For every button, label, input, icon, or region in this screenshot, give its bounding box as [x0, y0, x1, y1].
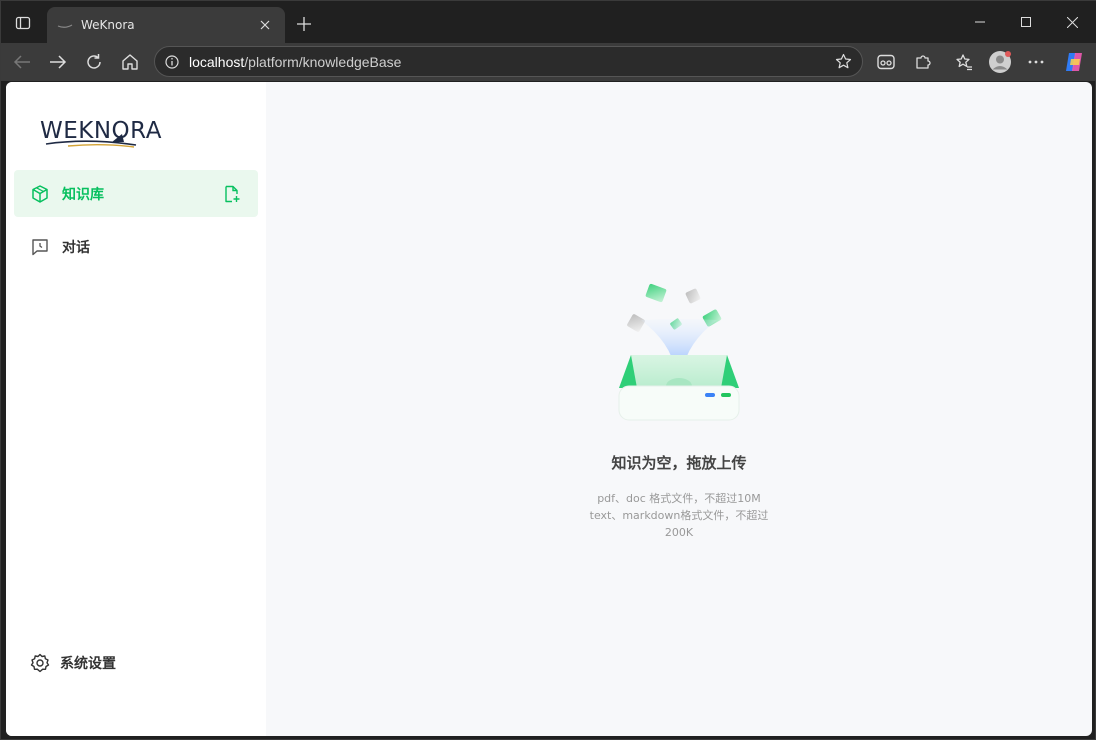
- main-content: 知识为空，拖放上传 pdf、doc 格式文件，不超过10M text、markd…: [266, 82, 1092, 736]
- new-tab-button[interactable]: [291, 11, 317, 37]
- tab-title: WeKnora: [81, 18, 135, 32]
- url-path: /platform/knowledgeBase: [244, 53, 402, 70]
- favicon-icon: [57, 17, 73, 33]
- sidebar-item-knowledge-base[interactable]: 知识库: [14, 170, 258, 217]
- sidebar: WEKNORA 知识库 对话 系统设置: [6, 82, 266, 736]
- settings-label: 系统设置: [60, 656, 116, 672]
- refresh-icon: [87, 54, 101, 69]
- empty-desc-line-2: text、markdown格式文件，不超过: [589, 509, 769, 522]
- app-logo[interactable]: WEKNORA: [38, 112, 178, 152]
- empty-state-title: 知识为空，拖放上传: [611, 454, 747, 472]
- browser-window: WeKnora localhost/platform/knowledgeBase…: [0, 0, 1096, 740]
- browser-toolbar: localhost/platform/knowledgeBase: [1, 43, 1096, 81]
- window-close-button[interactable]: [1049, 1, 1095, 43]
- tab-strip: WeKnora: [1, 1, 1096, 43]
- close-icon: [1066, 16, 1078, 28]
- sidebar-item-settings[interactable]: 系统设置: [14, 640, 258, 686]
- empty-desc-line-1: pdf、doc 格式文件，不超过10M: [597, 492, 761, 505]
- home-button[interactable]: [115, 47, 145, 77]
- empty-state-description: pdf、doc 格式文件，不超过10M text、markdown格式文件，不超…: [579, 490, 779, 541]
- maximize-button[interactable]: [1003, 1, 1049, 43]
- sidebar-item-label: 知识库: [62, 186, 104, 203]
- empty-desc-line-3: 200K: [664, 526, 694, 539]
- avatar-icon: [989, 51, 1011, 73]
- more-button[interactable]: [1021, 47, 1051, 77]
- empty-inbox-illustration: [618, 283, 740, 421]
- maximize-icon: [1021, 17, 1031, 27]
- tab-close-button[interactable]: [255, 15, 275, 35]
- tab-actions-button[interactable]: [9, 9, 37, 37]
- glasses-icon: [877, 54, 895, 70]
- arrow-right-icon: [50, 55, 67, 69]
- minimize-button[interactable]: [957, 1, 1003, 43]
- star-icon[interactable]: [835, 53, 852, 70]
- address-bar[interactable]: localhost/platform/knowledgeBase: [154, 46, 863, 77]
- url-text[interactable]: localhost/platform/knowledgeBase: [189, 54, 835, 70]
- gear-icon: [30, 653, 50, 673]
- info-icon: [165, 54, 179, 69]
- reading-view-button[interactable]: [871, 47, 901, 77]
- url-host: localhost: [189, 53, 245, 70]
- logo-text: WEKNORA: [40, 118, 162, 144]
- sidebar-toggle-icon: [15, 16, 31, 30]
- more-icon: [1028, 60, 1044, 64]
- extensions-button[interactable]: [908, 47, 938, 77]
- close-icon: [260, 20, 270, 30]
- arrow-left-icon: [13, 55, 30, 69]
- upload-file-button[interactable]: [222, 184, 242, 204]
- file-add-icon: [225, 185, 240, 202]
- copilot-button[interactable]: [1059, 47, 1089, 77]
- copilot-icon: [1066, 53, 1082, 71]
- browser-tab[interactable]: WeKnora: [47, 7, 285, 43]
- puzzle-icon: [916, 55, 931, 69]
- sidebar-item-chat[interactable]: 对话: [14, 223, 258, 270]
- back-button[interactable]: [7, 47, 37, 77]
- forward-button[interactable]: [43, 47, 73, 77]
- favorites-star-icon: [956, 54, 972, 71]
- profile-button[interactable]: [985, 47, 1015, 77]
- sidebar-item-label: 对话: [62, 239, 90, 256]
- cube-icon: [30, 184, 50, 204]
- plus-icon: [297, 17, 311, 31]
- web-page: WEKNORA 知识库 对话 系统设置 知识为空，拖放上传 pdf、doc 格式…: [6, 82, 1092, 736]
- chat-icon: [30, 237, 50, 257]
- home-icon: [122, 54, 138, 70]
- minimize-icon: [975, 21, 985, 23]
- favorites-button[interactable]: [949, 47, 979, 77]
- refresh-button[interactable]: [79, 47, 109, 77]
